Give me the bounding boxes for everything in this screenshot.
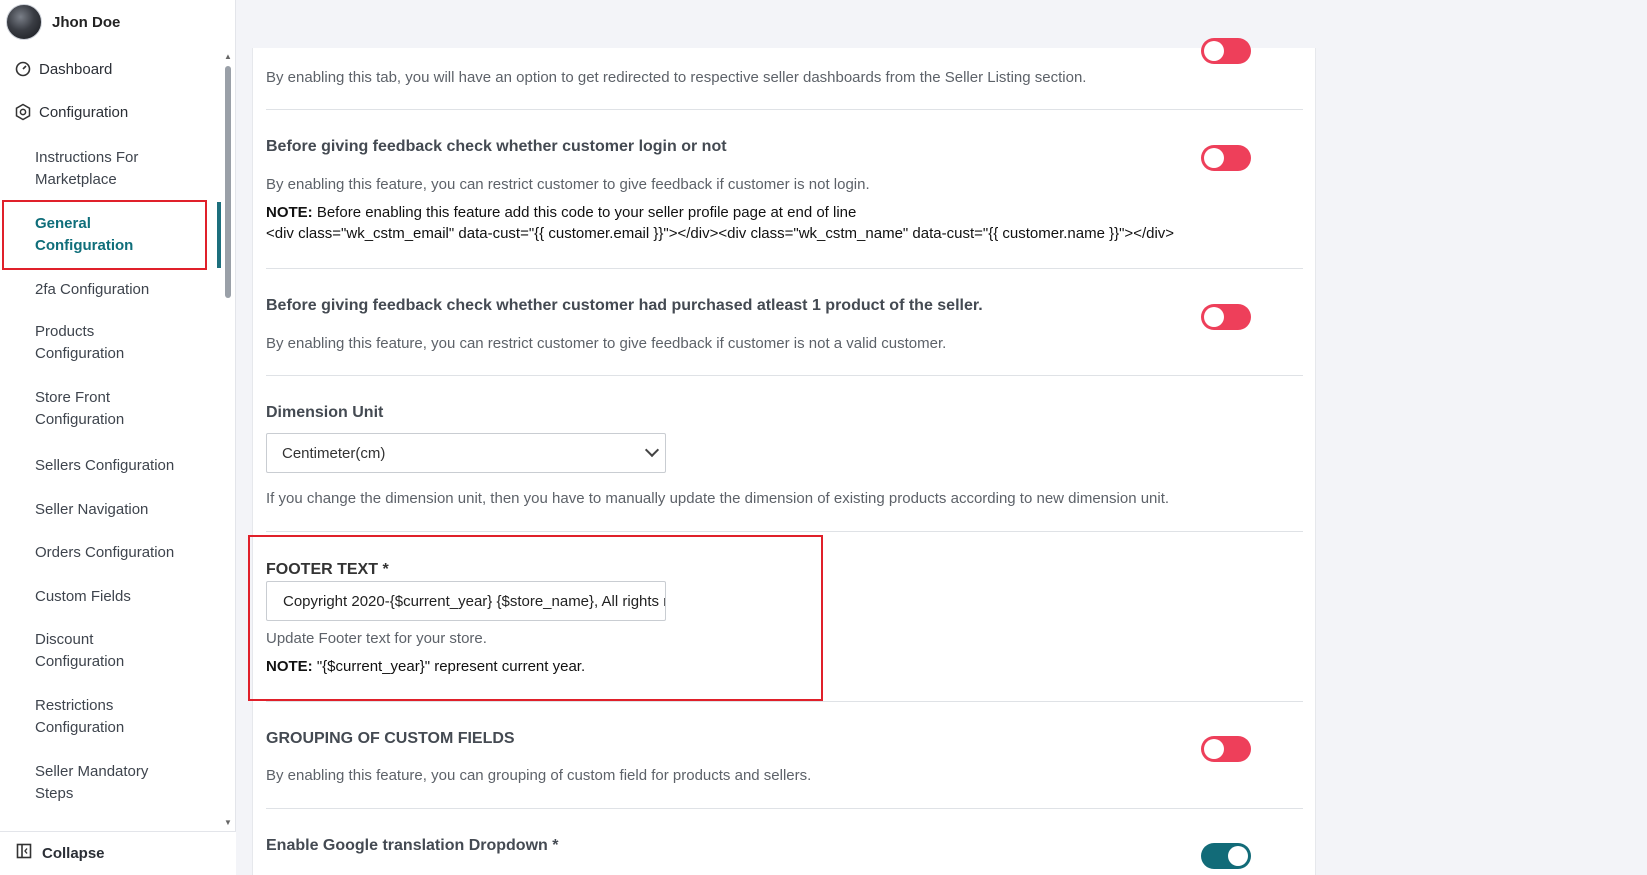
setting-title-grouping: GROUPING OF CUSTOM FIELDS (266, 730, 515, 747)
nav-dashboard[interactable]: Dashboard (14, 60, 112, 78)
toggle-login-check[interactable] (1201, 145, 1251, 171)
sidebar-item-label: Configuration (35, 411, 125, 428)
user-profile[interactable]: Jhon Doe (6, 4, 120, 40)
setting-title-purchase-check: Before giving feedback check whether cus… (266, 297, 983, 314)
sidebar-item-seller-navigation[interactable]: Seller Navigation (35, 499, 148, 521)
sidebar-item-label: Sellers Configuration (35, 457, 175, 474)
setting-description: By enabling this feature, you can groupi… (266, 767, 812, 784)
sidebar-item-label: Restrictions (35, 697, 114, 714)
toggle-google-translation[interactable] (1201, 843, 1251, 869)
sidebar-item-products[interactable]: Products Configuration (35, 321, 124, 365)
highlight-box-nav (2, 200, 207, 270)
sidebar-item-label: Seller Mandatory (35, 763, 149, 780)
sidebar-item-label: Discount (35, 631, 94, 648)
sidebar-item-2fa[interactable]: 2fa Configuration (35, 279, 149, 301)
sidebar-item-instructions[interactable]: Instructions For Marketplace (35, 147, 138, 191)
dashboard-gauge-icon (14, 60, 32, 78)
sidebar-item-sellers[interactable]: Sellers Configuration (35, 455, 174, 477)
setting-description: By enabling this feature, you can restri… (266, 335, 947, 352)
login-check-note: NOTE: Before enabling this feature add t… (266, 204, 856, 221)
sidebar-item-label: 2fa Configuration (35, 281, 150, 298)
toggle-knob (1204, 739, 1224, 759)
divider (266, 531, 1303, 532)
sidebar-item-seller-mandatory-steps[interactable]: Seller Mandatory Steps (35, 761, 148, 805)
login-check-code: <div class="wk_cstm_email" data-cust="{{… (266, 225, 1175, 242)
setting-title-google-translation: Enable Google translation Dropdown * (266, 837, 559, 854)
sidebar-item-label: Marketplace (35, 171, 117, 188)
toggle-seller-dashboard-redirect[interactable] (1201, 38, 1251, 64)
collapse-button[interactable]: Collapse (0, 831, 236, 875)
divider (266, 268, 1303, 269)
sidebar-item-discount[interactable]: Discount Configuration (35, 629, 124, 673)
toggle-knob (1204, 148, 1224, 168)
divider (266, 109, 1303, 110)
setting-description: By enabling this feature, you can restri… (266, 176, 870, 193)
sidebar-item-label: Store Front (35, 389, 111, 406)
toggle-purchase-check[interactable] (1201, 304, 1251, 330)
collapse-label: Collapse (42, 845, 105, 862)
setting-title-dimension-unit: Dimension Unit (266, 404, 384, 421)
chevron-down-icon (644, 442, 660, 458)
sidebar-item-label: Custom Fields (35, 588, 131, 605)
toggle-grouping-custom-fields[interactable] (1201, 736, 1251, 762)
divider (266, 701, 1303, 702)
sidebar-item-store-front[interactable]: Store Front Configuration (35, 387, 124, 431)
note-text: Before enabling this feature add this co… (312, 204, 857, 221)
sidebar-item-label: Configuration (35, 719, 125, 736)
sidebar: Jhon Doe Dashboard Configuration Instruc… (0, 0, 236, 875)
avatar[interactable] (6, 4, 42, 40)
sidebar-item-label: Instructions For (35, 149, 139, 166)
toggle-knob (1204, 41, 1224, 61)
setting-description: If you change the dimension unit, then y… (266, 490, 1170, 507)
divider (266, 808, 1303, 809)
sidebar-item-label: Orders Configuration (35, 544, 175, 561)
highlight-box-footer (248, 535, 823, 701)
sidebar-item-custom-fields[interactable]: Custom Fields (35, 586, 131, 608)
sidebar-scrollbar[interactable] (225, 66, 231, 298)
sidebar-collapse-icon (16, 843, 32, 864)
sidebar-item-label: Configuration (35, 345, 125, 362)
dimension-unit-select[interactable]: Centimeter(cm) (266, 433, 666, 473)
sidebar-item-label: Configuration (35, 653, 125, 670)
settings-hexagon-icon (14, 103, 32, 121)
dimension-unit-selected: Centimeter(cm) (282, 444, 386, 462)
setting-title-login-check: Before giving feedback check whether cus… (266, 138, 727, 155)
sidebar-item-label: Steps (35, 785, 74, 802)
sidebar-item-label: Products (35, 323, 95, 340)
divider (266, 375, 1303, 376)
nav-dashboard-label: Dashboard (39, 60, 113, 78)
scroll-up-arrow-icon[interactable]: ▲ (224, 52, 232, 61)
setting-description: By enabling this tab, you will have an o… (266, 69, 1087, 86)
sidebar-item-orders[interactable]: Orders Configuration (35, 542, 174, 564)
toggle-knob (1228, 846, 1248, 866)
scroll-down-arrow-icon[interactable]: ▼ (224, 818, 232, 827)
toggle-knob (1204, 307, 1224, 327)
user-name: Jhon Doe (52, 13, 121, 31)
note-label: NOTE: (266, 204, 313, 221)
nav-configuration-label: Configuration (39, 103, 129, 121)
sidebar-item-label: Seller Navigation (35, 501, 149, 518)
nav-configuration[interactable]: Configuration (14, 103, 128, 121)
active-indicator (217, 202, 221, 268)
sidebar-item-restrictions[interactable]: Restrictions Configuration (35, 695, 124, 739)
